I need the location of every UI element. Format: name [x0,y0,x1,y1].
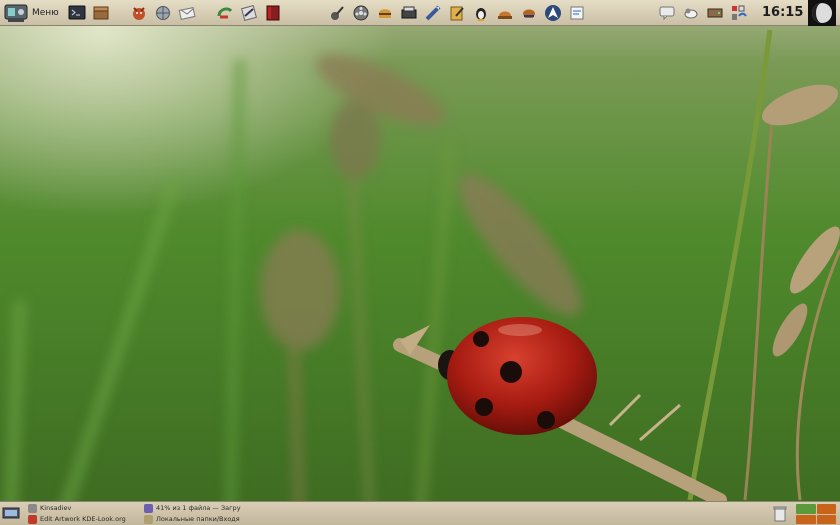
document-icon [570,6,584,19]
guitar-launcher[interactable] [327,3,347,23]
document-launcher[interactable] [567,3,587,23]
firefox-launcher[interactable] [129,3,149,23]
show-desktop-icon[interactable] [2,505,20,521]
tool-launcher[interactable] [423,3,443,23]
weather-cloud-icon [684,8,698,18]
media-launcher[interactable] [351,3,371,23]
weather-tray[interactable] [681,3,701,23]
arch-logo-icon [544,4,561,21]
pencil-note-icon [450,6,464,20]
menu-label: Меню [32,7,59,18]
chat-tray[interactable] [657,3,677,23]
pager-desktop-2[interactable] [816,504,836,514]
pager-desktop-4[interactable] [816,514,836,524]
fox-browser-icon [132,6,145,20]
film-reel-icon [353,5,369,20]
computer-icon [4,4,28,22]
update-arrow-icon [217,6,232,18]
taskbar-item[interactable]: 41% из 1 файла — Загру [144,503,242,514]
mail-folder-icon [144,515,153,524]
food-launcher[interactable] [375,3,395,23]
window-icon [28,504,37,513]
moon-icon [812,3,832,23]
package-icon [93,6,109,19]
application-menu-button[interactable]: Меню [4,2,59,24]
oven-launcher[interactable] [495,3,515,23]
trash-icon[interactable] [772,505,788,522]
task-label: Edit Artwork KDE-Look.org [40,515,126,523]
pager-desktop-1[interactable] [796,504,816,514]
network-launcher[interactable] [153,3,173,23]
pager-desktop-3[interactable] [796,514,816,524]
globe-network-icon [155,5,170,20]
scanner-icon [401,6,417,18]
package-launcher[interactable] [91,3,111,23]
tux-icon [475,7,486,21]
taskbar-item[interactable]: Edit Artwork KDE-Look.org [28,514,140,525]
text-editor-launcher[interactable] [239,3,259,23]
clock[interactable]: 16:15 [762,0,803,26]
download-icon [144,504,153,513]
task-label: Локальные папки/Входя [156,515,240,523]
mail-icon [178,6,196,20]
game-launcher[interactable] [519,3,539,23]
desktop-wallpaper [0,0,840,525]
tux-launcher[interactable] [471,3,491,23]
task-label: Kinsadiev [40,504,72,512]
hard-drive-icon [707,8,723,17]
moon-phase-widget[interactable] [808,0,836,26]
system-tray[interactable] [729,3,749,23]
drive-tray[interactable] [705,3,725,23]
oven-icon [497,11,512,19]
diagonal-tool-icon [425,5,441,20]
guitar-icon [330,5,344,20]
chat-icon [659,6,675,20]
taskbar-item[interactable]: Локальные папки/Входя [144,514,242,525]
scanner-launcher[interactable] [399,3,419,23]
text-editor-icon [240,4,257,21]
window-icon [28,515,37,524]
notes-launcher[interactable] [447,3,467,23]
terminal-launcher[interactable] [67,3,87,23]
taskbar-item[interactable]: Kinsadiev [28,503,140,514]
bottom-panel: Kinsadiev Edit Artwork KDE-Look.org 41% … [0,501,840,525]
terminal-icon [68,5,86,19]
mail-launcher[interactable] [177,3,197,23]
game-icon [522,9,535,18]
arch-launcher[interactable] [543,3,563,23]
desktop-pager[interactable] [796,504,836,524]
update-launcher[interactable] [215,3,235,23]
red-book-icon [266,5,280,20]
top-panel: Меню 16:15 [0,0,840,26]
task-label: 41% из 1 файла — Загру [156,504,241,512]
book-launcher[interactable] [263,3,283,23]
system-tray-cluster-icon [731,5,747,20]
burger-icon [378,8,391,18]
